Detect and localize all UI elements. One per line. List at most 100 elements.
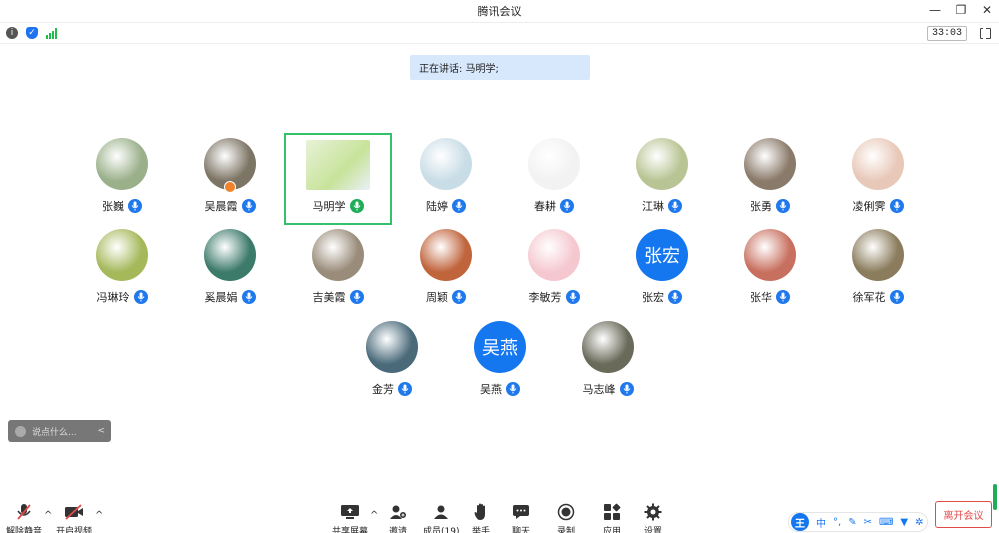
record-label: 录制 bbox=[557, 527, 576, 533]
security-shield-icon[interactable]: ✓ bbox=[26, 27, 38, 39]
mic-icon bbox=[452, 290, 466, 304]
unmute-label: 解除静音 bbox=[6, 527, 43, 533]
mic-icon bbox=[619, 382, 634, 396]
chat-button[interactable]: 聊天 bbox=[512, 502, 530, 533]
participant-tile[interactable]: 张华 bbox=[716, 224, 824, 316]
hand-icon bbox=[474, 502, 488, 522]
participant-avatar bbox=[852, 138, 904, 190]
participant-avatar bbox=[306, 140, 370, 190]
participant-name: 张华 bbox=[750, 291, 772, 304]
title-bar: 腾讯会议 — ❐ ✕ bbox=[0, 0, 999, 22]
participant-name-row: 张巍 bbox=[102, 198, 142, 214]
participant-avatar bbox=[204, 138, 256, 193]
keyboard-icon[interactable]: ⌨ bbox=[879, 517, 893, 528]
share-screen-button[interactable]: 共享屏幕 bbox=[332, 502, 368, 533]
participant-name-row: 张勇 bbox=[750, 198, 790, 214]
members-icon bbox=[432, 502, 450, 522]
mic-icon bbox=[241, 199, 256, 213]
video-options-chevron-icon[interactable]: ^ bbox=[95, 510, 103, 521]
participant-tile[interactable]: 马明学 bbox=[284, 133, 392, 225]
participant-tile[interactable]: 凌俐霁 bbox=[824, 133, 932, 225]
speaking-indicator: 正在讲话: 马明学; bbox=[410, 55, 590, 80]
raise-hand-button[interactable]: 举手 bbox=[472, 502, 490, 533]
participant-tile[interactable]: 马志峰 bbox=[554, 316, 662, 408]
mic-icon bbox=[452, 199, 466, 213]
apps-label: 应用 bbox=[603, 527, 622, 533]
participant-name-row: 春耕 bbox=[534, 198, 574, 214]
emoji-icon[interactable] bbox=[15, 425, 26, 437]
meeting-timer: 33:03 bbox=[926, 26, 967, 41]
share-options-chevron-icon[interactable]: ^ bbox=[370, 510, 378, 521]
fullscreen-icon[interactable] bbox=[980, 27, 991, 39]
chat-quick-input[interactable]: 说点什么... < bbox=[8, 420, 111, 442]
participant-name: 金芳 bbox=[372, 383, 394, 396]
ime-logo-icon[interactable]: 王 bbox=[791, 513, 809, 531]
participant-tile[interactable]: 吉美霞 bbox=[284, 224, 392, 316]
participant-tile[interactable]: 春耕 bbox=[500, 133, 608, 225]
unmute-button[interactable]: 解除静音 bbox=[6, 502, 42, 533]
apps-icon bbox=[603, 502, 621, 522]
participant-avatar bbox=[528, 229, 580, 281]
info-icon[interactable]: i bbox=[6, 27, 18, 39]
participant-tile[interactable]: 金芳 bbox=[338, 316, 446, 408]
audio-options-chevron-icon[interactable]: ^ bbox=[44, 510, 52, 521]
mic-icon bbox=[133, 290, 148, 304]
chat-label: 聊天 bbox=[512, 527, 531, 533]
window-controls: — ❐ ✕ bbox=[929, 3, 993, 17]
participant-name-row: 张华 bbox=[750, 289, 790, 305]
participant-tile[interactable]: 周颖 bbox=[392, 224, 500, 316]
settings-button[interactable]: 设置 bbox=[644, 502, 662, 533]
participant-avatar bbox=[582, 321, 634, 373]
participant-name: 奚晨娟 bbox=[204, 291, 238, 304]
mic-icon bbox=[241, 290, 256, 304]
ime-language[interactable]: 中 bbox=[816, 515, 826, 530]
apps-button[interactable]: 应用 bbox=[603, 502, 621, 533]
mic-icon bbox=[776, 290, 790, 304]
participant-tile[interactable]: 冯琳玲 bbox=[68, 224, 176, 316]
window-title: 腾讯会议 bbox=[477, 5, 522, 18]
participant-name: 徐军花 bbox=[852, 291, 886, 304]
participant-name-row: 陆婷 bbox=[426, 198, 466, 214]
mic-icon bbox=[128, 199, 142, 213]
ime-toolbar[interactable]: 王 中 °, ✎ ✂ ⌨ ▼ ✲ bbox=[788, 512, 928, 532]
participant-tile[interactable]: 江琳 bbox=[608, 133, 716, 225]
participant-avatar bbox=[96, 229, 148, 281]
minimize-button[interactable]: — bbox=[929, 3, 941, 17]
signal-strength-icon[interactable] bbox=[46, 27, 57, 39]
gear-icon bbox=[644, 502, 662, 522]
scroll-indicator[interactable] bbox=[993, 484, 997, 510]
scissors-icon[interactable]: ✂ bbox=[864, 517, 872, 528]
invite-label: 邀请 bbox=[389, 527, 408, 533]
leave-meeting-button[interactable]: 离开会议 bbox=[935, 501, 992, 528]
start-video-button[interactable]: 开启视频 bbox=[56, 502, 92, 533]
participant-avatar bbox=[420, 138, 472, 190]
record-button[interactable]: 录制 bbox=[557, 502, 575, 533]
restore-button[interactable]: ❐ bbox=[955, 3, 967, 17]
pen-icon[interactable]: ✎ bbox=[848, 517, 856, 528]
mic-icon bbox=[668, 199, 682, 213]
invite-button[interactable]: 邀请 bbox=[389, 502, 407, 533]
participant-name-row: 徐军花 bbox=[853, 289, 904, 305]
participant-tile[interactable]: 奚晨娟 bbox=[176, 224, 284, 316]
collapse-chevron-icon[interactable]: < bbox=[97, 426, 105, 436]
participant-tile[interactable]: 张宏 张宏 bbox=[608, 224, 716, 316]
ime-settings-icon[interactable]: ✲ bbox=[915, 517, 923, 528]
ime-punctuation[interactable]: °, bbox=[833, 517, 841, 528]
participant-name: 张巍 bbox=[102, 200, 124, 213]
participant-name-row: 凌俐霁 bbox=[853, 198, 904, 214]
participant-name-row: 吉美霞 bbox=[313, 289, 364, 305]
participant-tile[interactable]: 徐军花 bbox=[824, 224, 932, 316]
participant-tile[interactable]: 张巍 bbox=[68, 133, 176, 225]
skin-shirt-icon[interactable]: ▼ bbox=[900, 517, 908, 528]
participant-tile[interactable]: 陆婷 bbox=[392, 133, 500, 225]
participant-avatar bbox=[636, 138, 688, 190]
participant-tile[interactable]: 李敏芳 bbox=[500, 224, 608, 316]
members-button[interactable]: 成员(19) bbox=[423, 502, 459, 533]
mic-icon bbox=[560, 199, 574, 213]
participant-name-row: 吴燕 bbox=[480, 381, 520, 397]
participant-name: 马明学 bbox=[312, 200, 346, 213]
close-button[interactable]: ✕ bbox=[981, 3, 993, 17]
participant-tile[interactable]: 吴燕 吴燕 bbox=[446, 316, 554, 408]
participant-tile[interactable]: 张勇 bbox=[716, 133, 824, 225]
participant-tile[interactable]: 吴晨霞 bbox=[176, 133, 284, 225]
